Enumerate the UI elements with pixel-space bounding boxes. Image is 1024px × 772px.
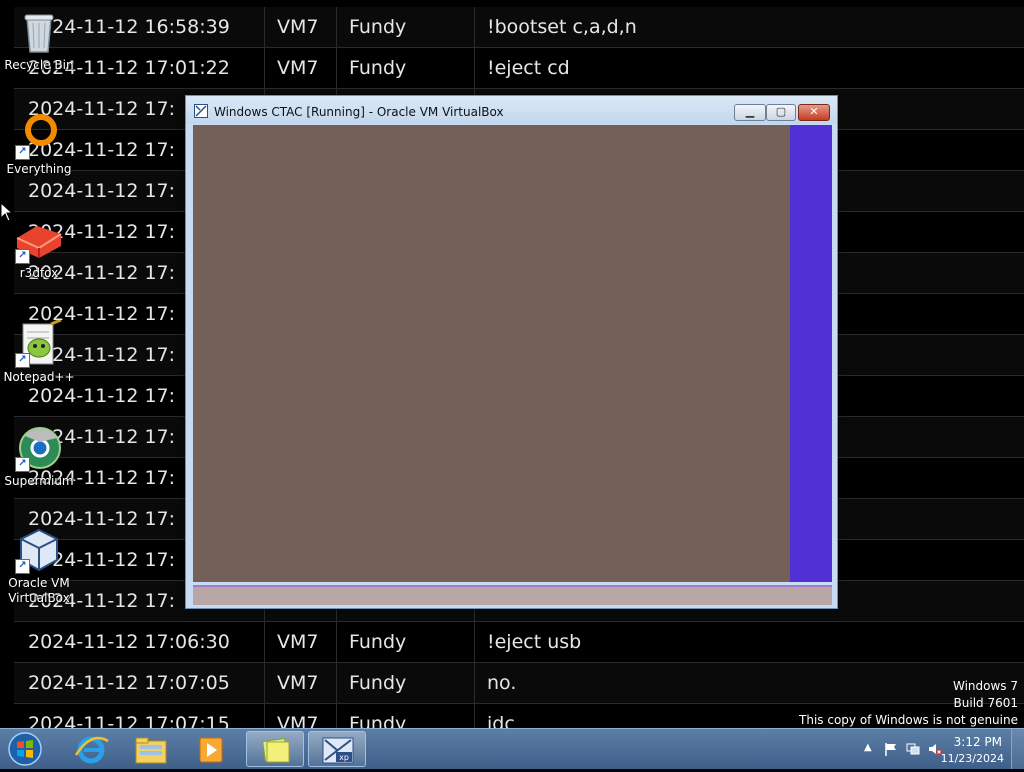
taskbar-media-player[interactable] (182, 731, 240, 767)
log-vm: VM7 (264, 622, 337, 662)
windows-watermark: Windows 7 Build 7601 This copy of Window… (799, 678, 1018, 729)
everything-search-icon: ↗ (15, 112, 63, 160)
log-command: !eject usb (474, 622, 1024, 662)
vm-display[interactable] (193, 125, 790, 582)
desktop-icon-recycle-bin[interactable]: Recycle Bin (2, 8, 76, 73)
watermark-build: Build 7601 (953, 696, 1018, 710)
desktop-icon-label: Oracle VM VirtualBox (8, 576, 70, 605)
log-row: 2024-11-12 17:01:22 VM7 Fundy !eject cd (14, 48, 1024, 89)
desktop-icon-everything[interactable]: ↗ Everything (2, 112, 76, 177)
log-user: Fundy (336, 7, 477, 47)
log-vm: VM7 (264, 663, 337, 703)
shortcut-arrow-icon: ↗ (15, 145, 30, 160)
taskbar-internet-explorer[interactable] (62, 731, 120, 767)
log-command: !bootset c,a,d,n (474, 7, 1024, 47)
log-vm: VM7 (264, 7, 337, 47)
watermark-os: Windows 7 (952, 679, 1018, 693)
vm-status-bar (193, 585, 832, 605)
desktop-icon-r3dfox[interactable]: ↗ r3dfox (2, 216, 76, 281)
log-row: 2024-11-12 17:06:30 VM7 Fundy !eject usb (14, 622, 1024, 663)
virtualbox-app-icon (194, 104, 208, 118)
shortcut-arrow-icon: ↗ (15, 559, 30, 574)
sticky-notes-icon (262, 738, 290, 763)
desktop-icon-notepad-plus-plus[interactable]: ↗ Notepad++ (2, 318, 76, 385)
show-desktop-button[interactable] (1011, 729, 1024, 769)
virtualbox-icon: ↗ (15, 526, 63, 574)
desktop-icon-label: Everything (6, 162, 72, 176)
log-user: Fundy (336, 663, 477, 703)
svg-text:xp: xp (339, 753, 349, 762)
clock-date[interactable]: 11/23/2024 (941, 752, 1004, 765)
action-center-flag-icon[interactable] (884, 742, 898, 756)
vm-display-side-strip[interactable] (790, 125, 832, 582)
desktop-icon-label: Recycle Bin (4, 58, 74, 72)
notepad-plus-plus-icon: ↗ (15, 318, 63, 368)
taskbar: xp ▲ 3:12 PM 11/23/2024 (0, 728, 1024, 769)
show-hidden-icons-chevron-icon[interactable]: ▲ (864, 742, 878, 756)
taskbar-file-explorer[interactable] (122, 731, 180, 767)
desktop-icon-label: Notepad++ (3, 370, 75, 384)
log-user: Fundy (336, 622, 477, 662)
desktop-icon-virtualbox[interactable]: ↗ Oracle VM VirtualBox (2, 526, 76, 606)
log-vm: VM7 (264, 48, 337, 88)
watermark-genuine-notice: This copy of Windows is not genuine (799, 713, 1018, 727)
taskbar-sticky-notes[interactable] (246, 731, 304, 767)
maximize-button[interactable]: ▢ (766, 104, 796, 121)
log-timestamp: 2024-11-12 17:07:05 (28, 672, 230, 694)
internet-explorer-icon (74, 736, 109, 764)
start-button[interactable] (6, 731, 44, 767)
taskbar-virtualbox-xp[interactable]: xp (308, 731, 366, 767)
shortcut-arrow-icon: ↗ (15, 249, 30, 264)
window-titlebar[interactable]: Windows CTAC [Running] - Oracle VM Virtu… (186, 96, 837, 124)
desktop-icon-supermium[interactable]: ↗ Supermium (2, 424, 76, 489)
shortcut-arrow-icon: ↗ (15, 457, 30, 472)
window-title: Windows CTAC [Running] - Oracle VM Virtu… (214, 105, 504, 119)
media-player-icon (199, 737, 223, 763)
log-row: 2024-11-12 16:58:39 VM7 Fundy !bootset c,a,… (14, 7, 1024, 48)
mouse-cursor-icon (0, 202, 12, 222)
file-explorer-icon (135, 737, 167, 764)
supermium-browser-icon: ↗ (15, 424, 63, 472)
log-command: !eject cd (474, 48, 1024, 88)
close-button[interactable]: ✕ (798, 104, 830, 121)
log-user: Fundy (336, 48, 477, 88)
network-icon[interactable] (906, 742, 920, 756)
desktop-icon-label: Supermium (4, 474, 74, 488)
clock-time[interactable]: 3:12 PM (954, 735, 1002, 749)
log-timestamp: 2024-11-12 17:06:30 (28, 631, 230, 653)
virtualbox-vm-window[interactable]: Windows CTAC [Running] - Oracle VM Virtu… (185, 95, 838, 609)
r3dfox-icon: ↗ (15, 216, 63, 264)
system-tray: ▲ 3:12 PM 11/23/2024 (834, 729, 1024, 769)
minimize-button[interactable]: ▁ (734, 104, 766, 121)
recycle-bin-icon (15, 8, 63, 56)
shortcut-arrow-icon: ↗ (15, 353, 30, 368)
virtualbox-xp-icon: xp (322, 737, 354, 764)
desktop-icon-label: r3dfox (19, 266, 59, 280)
